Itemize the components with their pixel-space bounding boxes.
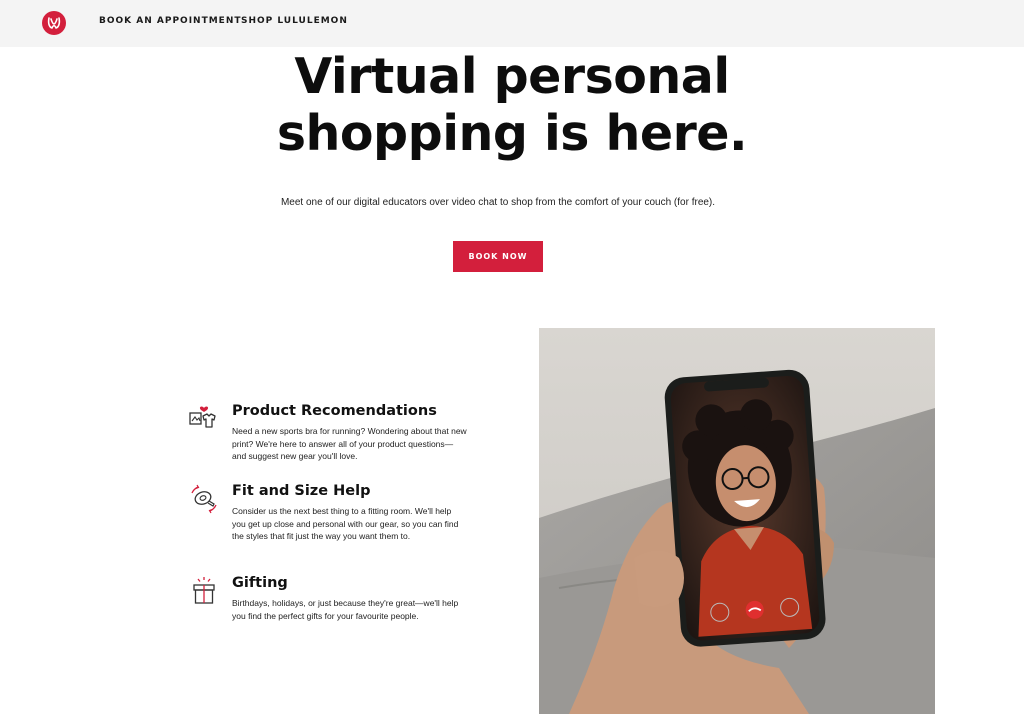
gift-icon xyxy=(193,577,215,604)
hero-title-line-1: Virtual personal xyxy=(294,48,730,105)
lululemon-logo-icon[interactable] xyxy=(42,11,66,35)
feature-title: Product Recomendations xyxy=(232,403,437,419)
nav-shop-lululemon[interactable]: SHOP LULULEMON xyxy=(241,15,348,27)
top-nav-bar: BOOK AN APPOINTMENT SHOP LULULEMON xyxy=(0,0,1024,47)
hero-title-line-2: shopping is here. xyxy=(276,105,748,162)
hero-title: Virtual personal shopping is here. xyxy=(212,48,812,162)
hero-subtitle: Meet one of our digital educators over v… xyxy=(280,197,716,208)
feature-description: Consider us the next best thing to a fit… xyxy=(232,506,459,541)
nav-book-appointment[interactable]: BOOK AN APPOINTMENT xyxy=(99,15,242,27)
clothing-heart-icon xyxy=(189,406,216,428)
feature-title: Fit and Size Help xyxy=(232,483,371,499)
feature-description: Birthdays, holidays, or just because the… xyxy=(232,598,459,621)
measuring-tape-icon xyxy=(191,484,217,514)
video-call-illustration xyxy=(539,328,935,714)
book-now-button[interactable]: BOOK NOW xyxy=(453,241,543,272)
video-call-photo xyxy=(539,328,935,714)
logo-mark xyxy=(47,17,61,29)
feature-description: Need a new sports bra for running? Wonde… xyxy=(232,426,467,461)
feature-title: Gifting xyxy=(232,575,288,591)
